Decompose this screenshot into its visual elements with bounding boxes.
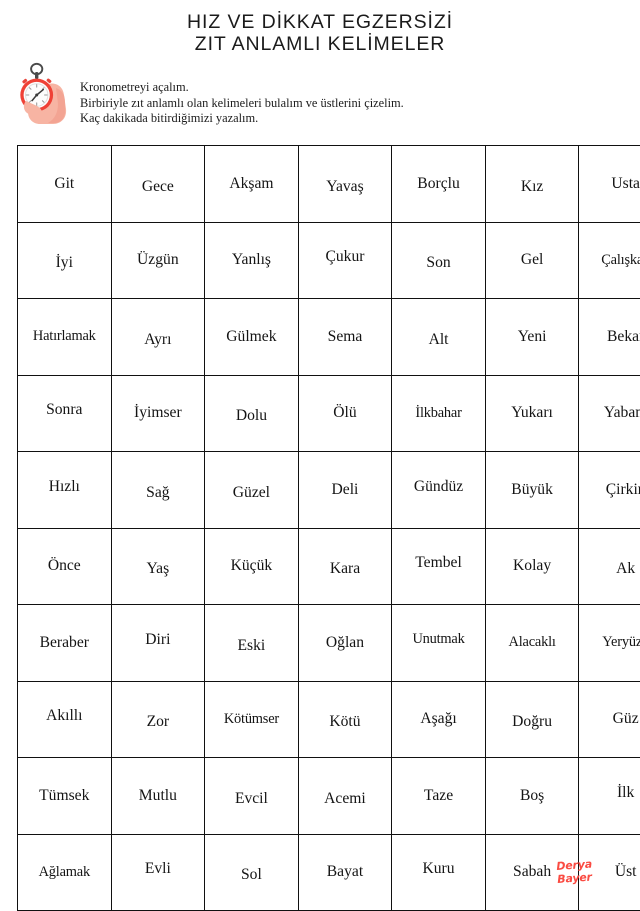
word-cell[interactable]: Oğlan [298, 605, 392, 682]
word-grid: Git Gece Akşam Yavaş Borçlu Kız Usta İyi… [17, 145, 640, 911]
instruction-text: Kronometreyi açalım. Birbiriyle zıt anla… [80, 62, 404, 127]
word-cell[interactable]: Kötü [298, 681, 392, 758]
word-cell[interactable]: Akşam [205, 146, 299, 223]
word-cell[interactable]: Hatırlamak [18, 299, 112, 376]
word-cell[interactable]: Sonra [18, 375, 112, 452]
word-cell[interactable]: Tembel [392, 528, 486, 605]
word-cell[interactable]: Ağlamak [18, 834, 112, 911]
word-cell[interactable]: Gel [485, 222, 579, 299]
word-cell[interactable]: Kuru [392, 834, 486, 911]
word-cell[interactable]: Ölü [298, 375, 392, 452]
word-cell[interactable]: İlk [579, 758, 640, 835]
word-cell[interactable]: İlkbahar [392, 375, 486, 452]
word-cell[interactable]: İyimser [111, 375, 205, 452]
word-cell[interactable]: Çalışkan [579, 222, 640, 299]
word-cell[interactable]: Yabani [579, 375, 640, 452]
table-row: Önce Yaş Küçük Kara Tembel Kolay Ak [18, 528, 640, 605]
stopwatch-icon [14, 62, 76, 128]
page-title: HIZ VE DİKKAT EGZERSİZİ ZIT ANLAMLI KELİ… [0, 11, 640, 55]
word-cell[interactable]: Beraber [18, 605, 112, 682]
word-cell[interactable]: İyi [18, 222, 112, 299]
word-cell[interactable]: Yeryüzü [579, 605, 640, 682]
word-cell[interactable]: Evcil [205, 758, 299, 835]
word-cell[interactable]: Zor [111, 681, 205, 758]
word-cell[interactable]: Güzel [205, 452, 299, 529]
page-title-line-2: ZIT ANLAMLI KELİMELER [0, 33, 640, 55]
word-cell[interactable]: Önce [18, 528, 112, 605]
word-cell[interactable]: Bayat [298, 834, 392, 911]
word-cell[interactable]: Dolu [205, 375, 299, 452]
word-cell[interactable]: Yaş [111, 528, 205, 605]
table-row: Hatırlamak Ayrı Gülmek Sema Alt Yeni Bek… [18, 299, 640, 376]
word-cell[interactable]: Alt [392, 299, 486, 376]
page-title-line-1: HIZ VE DİKKAT EGZERSİZİ [0, 11, 640, 33]
instruction-line-1: Kronometreyi açalım. [80, 80, 404, 96]
word-cell[interactable]: Ak [579, 528, 640, 605]
signature-logo: Derya Bayer [556, 856, 628, 886]
word-cell[interactable]: Bekar [579, 299, 640, 376]
word-cell[interactable]: Gündüz [392, 452, 486, 529]
word-cell[interactable]: Doğru [485, 681, 579, 758]
word-cell[interactable]: Ayrı [111, 299, 205, 376]
word-cell[interactable]: Kötümser [205, 681, 299, 758]
word-cell[interactable]: Kara [298, 528, 392, 605]
word-cell[interactable]: Git [18, 146, 112, 223]
word-grid-body: Git Gece Akşam Yavaş Borçlu Kız Usta İyi… [18, 146, 640, 911]
word-cell[interactable]: Taze [392, 758, 486, 835]
word-cell[interactable]: Büyük [485, 452, 579, 529]
word-cell[interactable]: Usta [579, 146, 640, 223]
word-cell[interactable]: Eski [205, 605, 299, 682]
word-cell[interactable]: Gece [111, 146, 205, 223]
word-cell[interactable]: Alacaklı [485, 605, 579, 682]
table-row: Hızlı Sağ Güzel Deli Gündüz Büyük Çirkin [18, 452, 640, 529]
word-cell[interactable]: Sema [298, 299, 392, 376]
word-cell[interactable]: Küçük [205, 528, 299, 605]
word-cell[interactable]: Hızlı [18, 452, 112, 529]
table-row: Tümsek Mutlu Evcil Acemi Taze Boş İlk [18, 758, 640, 835]
word-cell[interactable]: Diri [111, 605, 205, 682]
table-row: Ağlamak Evli Sol Bayat Kuru Sabah Üst [18, 834, 640, 911]
table-row: Akıllı Zor Kötümser Kötü Aşağı Doğru Güz [18, 681, 640, 758]
word-cell[interactable]: Akıllı [18, 681, 112, 758]
word-cell[interactable]: Üzgün [111, 222, 205, 299]
word-cell[interactable]: Mutlu [111, 758, 205, 835]
table-row: İyi Üzgün Yanlış Çukur Son Gel Çalışkan [18, 222, 640, 299]
word-cell[interactable]: Deli [298, 452, 392, 529]
word-cell[interactable]: Boş [485, 758, 579, 835]
table-row: Git Gece Akşam Yavaş Borçlu Kız Usta [18, 146, 640, 223]
word-cell[interactable]: Unutmak [392, 605, 486, 682]
word-cell[interactable]: Kız [485, 146, 579, 223]
table-row: Beraber Diri Eski Oğlan Unutmak Alacaklı… [18, 605, 640, 682]
word-cell[interactable]: Çirkin [579, 452, 640, 529]
word-cell[interactable]: Sağ [111, 452, 205, 529]
word-cell[interactable]: Kolay [485, 528, 579, 605]
word-cell[interactable]: Aşağı [392, 681, 486, 758]
table-row: Sonra İyimser Dolu Ölü İlkbahar Yukarı Y… [18, 375, 640, 452]
word-cell[interactable]: Son [392, 222, 486, 299]
word-cell[interactable]: Yukarı [485, 375, 579, 452]
word-cell[interactable]: Yeni [485, 299, 579, 376]
word-cell[interactable]: Acemi [298, 758, 392, 835]
word-cell[interactable]: Yanlış [205, 222, 299, 299]
word-cell[interactable]: Evli [111, 834, 205, 911]
word-cell[interactable]: Güz [579, 681, 640, 758]
word-cell[interactable]: Tümsek [18, 758, 112, 835]
word-cell[interactable]: Çukur [298, 222, 392, 299]
instruction-line-2: Birbiriyle zıt anlamlı olan kelimeleri b… [80, 96, 404, 112]
word-cell[interactable]: Gülmek [205, 299, 299, 376]
word-cell[interactable]: Yavaş [298, 146, 392, 223]
word-cell[interactable]: Borçlu [392, 146, 486, 223]
answer-blank-line[interactable]: ............................ [312, 119, 428, 129]
word-cell[interactable]: Sol [205, 834, 299, 911]
